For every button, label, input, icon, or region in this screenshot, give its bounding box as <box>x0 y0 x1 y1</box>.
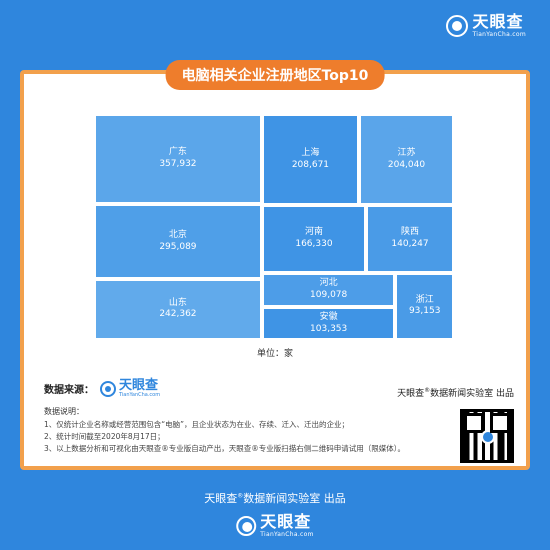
tianyancha-logo-icon <box>446 15 469 37</box>
chart-title: 电脑相关企业注册地区Top10 <box>165 60 385 90</box>
treemap-tile: 河北 109,078 <box>261 272 396 308</box>
brand-domain: TianYanCha.com <box>472 31 526 38</box>
source-brand-domain: TianYanCha.com <box>119 392 161 398</box>
notes-line: 1、仅统计企业名称或经营范围包含“电脑”，且企业状态为在业、存续、迁入、迁出的企… <box>44 419 350 429</box>
brand-logo-bottom: 天眼查 TianYanCha.com <box>236 514 314 538</box>
footer-text: 数据新闻实验室 出品 <box>243 492 346 505</box>
unit-label: 单位：家 <box>256 349 293 359</box>
qr-center-logo-icon <box>481 430 495 444</box>
notes-line: 2、统计时间截至2020年8月17日； <box>44 431 165 441</box>
publisher-brand: 天眼查 <box>397 389 425 399</box>
qr-code <box>460 409 514 463</box>
tile-label: 陕西 <box>401 227 420 238</box>
treemap-tile: 安徽 103,353 <box>261 307 396 340</box>
tile-value: 208,671 <box>291 159 330 170</box>
tile-label: 安徽 <box>319 311 338 322</box>
tile-label: 河南 <box>304 227 323 238</box>
publisher-text: 数据新闻实验室 出品 <box>430 389 514 399</box>
treemap-chart: 广东 357,932 北京 295,089 山东 242,362 上海 208,671 江苏 20… <box>94 114 454 340</box>
data-notes: 数据说明： 1、仅统计企业名称或经营范围包含“电脑”，且企业状态为在业、存续、迁… <box>44 406 444 455</box>
tile-label: 广东 <box>168 147 187 158</box>
source-brand: 天眼查 <box>119 378 159 393</box>
notes-line: 3、以上数据分析和可视化由天眼查®专业版自动产出，天眼查®专业版扫描右侧二维码申… <box>44 443 406 453</box>
tile-label: 河北 <box>319 278 338 289</box>
footer-brand: 天眼查 <box>204 492 238 505</box>
treemap-tile: 上海 208,671 <box>261 114 359 205</box>
notes-heading: 数据说明： <box>44 407 84 416</box>
brand-domain: TianYanCha.com <box>260 531 314 538</box>
brand-name: 天眼查 <box>472 12 524 31</box>
source-label: 数据来源： <box>44 385 94 396</box>
tile-value: 204,040 <box>387 159 426 170</box>
footer-credit: 天眼查®数据新闻实验室 出品 <box>0 490 550 506</box>
tianyancha-logo-icon <box>236 516 257 536</box>
treemap-tile: 河南 166,330 <box>261 205 367 273</box>
tianyancha-logo-icon <box>100 380 116 397</box>
tile-label: 江苏 <box>397 147 416 158</box>
tile-label: 上海 <box>301 147 320 158</box>
treemap-tile: 广东 357,932 <box>94 114 262 205</box>
treemap-tile: 北京 295,089 <box>94 204 262 279</box>
tile-value: 295,089 <box>159 241 197 252</box>
tile-value: 166,330 <box>295 238 333 249</box>
tile-value: 242,362 <box>159 309 197 320</box>
tile-value: 103,353 <box>310 323 348 334</box>
tile-value: 109,078 <box>310 289 348 300</box>
brand-name: 天眼查 <box>260 512 312 531</box>
treemap-tile: 浙江 93,153 <box>395 272 454 340</box>
tile-label: 山东 <box>168 297 187 308</box>
tile-label: 北京 <box>168 229 187 240</box>
tile-value: 140,247 <box>391 238 429 249</box>
source-logo: 天眼查 TianYanCha.com <box>100 379 160 398</box>
brand-logo-top: 天眼查 TianYanCha.com <box>446 14 526 38</box>
tile-value: 357,932 <box>159 159 197 170</box>
treemap-tile: 江苏 204,040 <box>359 114 454 205</box>
source-row: 数据来源： 天眼查 TianYanCha.com <box>44 379 160 398</box>
publisher-credit: 天眼查®数据新闻实验室 出品 <box>397 386 514 399</box>
treemap-tile: 山东 242,362 <box>94 278 262 340</box>
treemap-tile: 陕西 140,247 <box>366 205 454 273</box>
tile-value: 93,153 <box>408 306 441 317</box>
tile-label: 浙江 <box>415 294 434 305</box>
chart-card: 电脑相关企业注册地区Top10 广东 357,932 北京 295,089 山东 242,… <box>20 60 530 470</box>
